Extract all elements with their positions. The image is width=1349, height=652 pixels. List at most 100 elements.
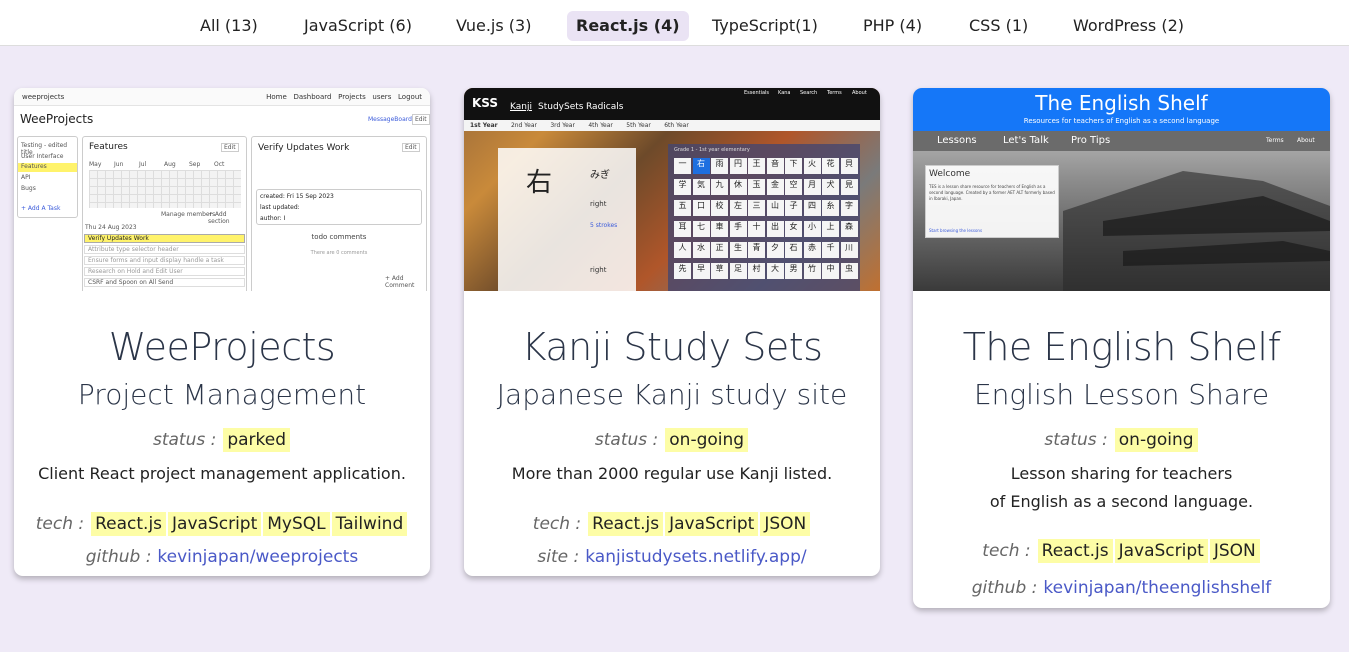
mini-edit-button: Edit [412, 114, 430, 125]
mini-add-comment: + Add Comment [385, 275, 415, 289]
mini-kanji-cell: 下 [785, 158, 802, 174]
project-card-weeprojects: weeprojects Home Dashboard Projects user… [14, 88, 430, 576]
mini-year-tab: 5th Year [626, 122, 651, 129]
mini-date: Thu 24 Aug 2023 [85, 224, 137, 231]
filter-css[interactable]: CSS (1) [960, 11, 1037, 41]
mini-kanji-cell: 月 [803, 179, 821, 195]
link-row: github : kevinjapan/theenglishshelf [913, 578, 1330, 598]
mini-nav-item: Radicals [586, 102, 624, 112]
mini-reading: みぎ [590, 170, 610, 181]
project-screenshot[interactable]: The English Shelf Resources for teachers… [913, 88, 1330, 291]
tech-label: tech : [532, 514, 582, 534]
filter-typescript[interactable]: TypeScript(1) [703, 11, 827, 41]
mini-month: Sep [189, 161, 201, 168]
project-screenshot[interactable]: weeprojects Home Dashboard Projects user… [14, 88, 430, 291]
mini-grid-title: Grade 1 - 1st year elementary [674, 147, 750, 153]
tech-tag: MySQL [263, 512, 330, 536]
mini-kanji-cell: 竹 [803, 263, 821, 279]
mini-kanji-cell: 三 [748, 200, 765, 216]
github-label: github : [85, 547, 152, 567]
mini-edit-button: Edit [221, 143, 239, 152]
mini-nav-item: About [1297, 137, 1315, 144]
mini-month: Jun [114, 161, 124, 168]
filter-wordpress[interactable]: WordPress (2) [1064, 11, 1193, 41]
filter-reactjs[interactable]: React.js (4) [567, 11, 689, 41]
status-row: status : on-going [913, 428, 1330, 452]
mini-kanji-cell: 大 [766, 263, 784, 279]
status-badge: parked [223, 428, 291, 452]
mini-kanji-cell: 手 [729, 221, 747, 237]
mini-welcome-box: Welcome TES is a lesson share resource f… [925, 165, 1059, 238]
mini-message-board: MessageBoard [368, 116, 412, 123]
status-label: status : [152, 430, 217, 450]
filter-vuejs[interactable]: Vue.js (3) [447, 11, 540, 41]
tech-tag: JavaScript [1114, 539, 1208, 563]
mini-topnav-item: Essentials [744, 90, 770, 96]
github-link[interactable]: kevinjapan/weeprojects [157, 547, 358, 567]
mini-meaning: right [590, 266, 607, 274]
tech-tag: Tailwind [331, 512, 408, 536]
mini-month: Aug [164, 161, 176, 168]
mini-kanji-cell: 青 [748, 242, 765, 258]
filter-javascript[interactable]: JavaScript (6) [295, 11, 421, 41]
mini-kanji-cell: 正 [711, 242, 728, 258]
project-screenshot[interactable]: KSS Kanji StudySets Radicals Essentials … [464, 88, 880, 291]
mini-header: KSS Kanji StudySets Radicals Essentials … [464, 88, 880, 120]
mini-side-item: User Interface [21, 153, 64, 160]
mini-kanji-cell: 七 [692, 221, 710, 237]
filter-php[interactable]: PHP (4) [854, 11, 931, 41]
mini-add-task: + Add A Task [21, 205, 61, 212]
tech-row: tech : React.js JavaScript JSON [464, 512, 880, 536]
mini-brand: weeprojects [22, 93, 65, 101]
tech-tag: React.js [1037, 539, 1113, 563]
mini-year-tab: 2nd Year [510, 122, 537, 129]
mini-kanji-cell: 玉 [748, 179, 765, 195]
mini-kanji-cell: 犬 [822, 179, 839, 195]
mini-no-comments: There are 0 comments [310, 250, 368, 256]
filter-all[interactable]: All (13) [191, 11, 267, 41]
mini-kanji-grid: Grade 1 - 1st year elementary 一右雨円王音下火花貝… [668, 144, 860, 291]
mini-kanji-cell: 音 [766, 158, 784, 174]
description-line: Client React project management applicat… [38, 464, 406, 483]
card-subtitle: Japanese Kanji study site [496, 378, 848, 411]
mini-month: May [89, 161, 102, 168]
mini-kanji-cell: 村 [748, 263, 765, 279]
description-line: of English as a second language. [989, 492, 1254, 511]
mini-todo-item: Attribute type selector header [84, 245, 245, 254]
project-card-english-shelf: The English Shelf Resources for teachers… [913, 88, 1330, 608]
mini-year-tab: 6th Year [664, 122, 689, 129]
mini-kanji-cell: 先 [674, 263, 691, 279]
link-row: site : kanjistudysets.netlify.app/ [464, 547, 880, 567]
mini-kanji-cell: 貝 [840, 158, 858, 174]
mini-kanji-cell: 森 [840, 221, 858, 237]
mini-kanji-cell: 出 [766, 221, 784, 237]
mini-kanji-cell: 耳 [674, 221, 691, 237]
mini-month: Oct [214, 161, 225, 168]
mini-kanji-cell: 川 [840, 242, 858, 258]
status-badge: on-going [665, 428, 749, 452]
site-link[interactable]: kanjistudysets.netlify.app/ [585, 547, 806, 567]
status-badge: on-going [1114, 428, 1198, 452]
mini-nav: Home Dashboard Projects users Logout [266, 88, 422, 106]
mini-verify-title: Verify Updates Work [258, 143, 350, 153]
mini-page-title: WeeProjects [20, 112, 94, 126]
mini-created: created: Fri 15 Sep 2023 [260, 193, 334, 200]
github-link[interactable]: kevinjapan/theenglishshelf [1043, 578, 1271, 598]
mini-todo-item: CSRF and Spoon on All Send [84, 278, 245, 287]
status-row: status : on-going [464, 428, 880, 452]
mini-topnav-item: Terms [827, 90, 842, 96]
mini-kanji-cell: 空 [785, 179, 802, 195]
mini-topnav-item: Kana [778, 90, 791, 96]
mini-header: weeprojects Home Dashboard Projects user… [14, 88, 430, 106]
mini-meta-box: created: Fri 15 Sep 2023 last updated: a… [256, 189, 422, 225]
card-description: Client React project management applicat… [14, 460, 430, 488]
link-row: github : kevinjapan/weeprojects [14, 547, 430, 567]
mini-logo: KSS [472, 96, 499, 110]
card-title: WeeProjects [108, 325, 336, 369]
mini-kanji-cell: 水 [692, 242, 710, 258]
mini-author: author: I [260, 215, 286, 222]
mini-month: Jul [139, 161, 147, 168]
project-card-kanji-study-sets: KSS Kanji StudySets Radicals Essentials … [464, 88, 880, 576]
mini-kanji-cell: 学 [674, 179, 691, 195]
mini-add-section: + Add section [208, 211, 230, 225]
